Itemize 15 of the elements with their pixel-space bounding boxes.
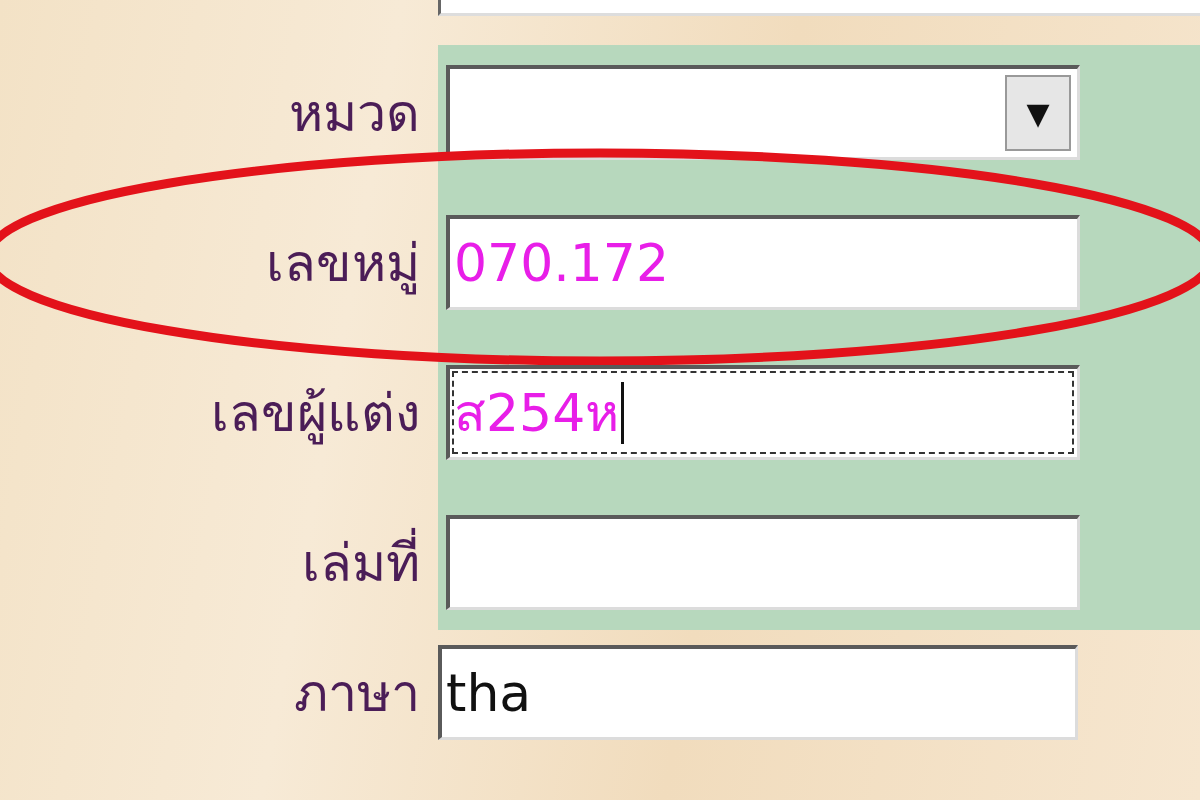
field-value: ส254ห	[454, 382, 620, 445]
dropdown-field[interactable]: ▼	[446, 65, 1080, 160]
field-label: เลขผู้แต่ง	[210, 381, 420, 447]
field-label: หมวด	[288, 81, 420, 145]
text-cursor	[621, 382, 625, 444]
field-value: 070.172	[454, 232, 670, 295]
field-value: tha	[446, 662, 532, 725]
field-label: เล่มที่	[0, 515, 420, 610]
field-label: ภาษา	[293, 661, 420, 725]
dropdown-button[interactable]: ▼	[1005, 75, 1071, 151]
input-field[interactable]: tha	[438, 645, 1078, 740]
input-field[interactable]	[446, 515, 1080, 610]
field-label: เลขหมู่	[265, 231, 420, 297]
input-field[interactable]: 070.172	[446, 215, 1080, 310]
input-field[interactable]: ส254ห	[446, 365, 1080, 460]
